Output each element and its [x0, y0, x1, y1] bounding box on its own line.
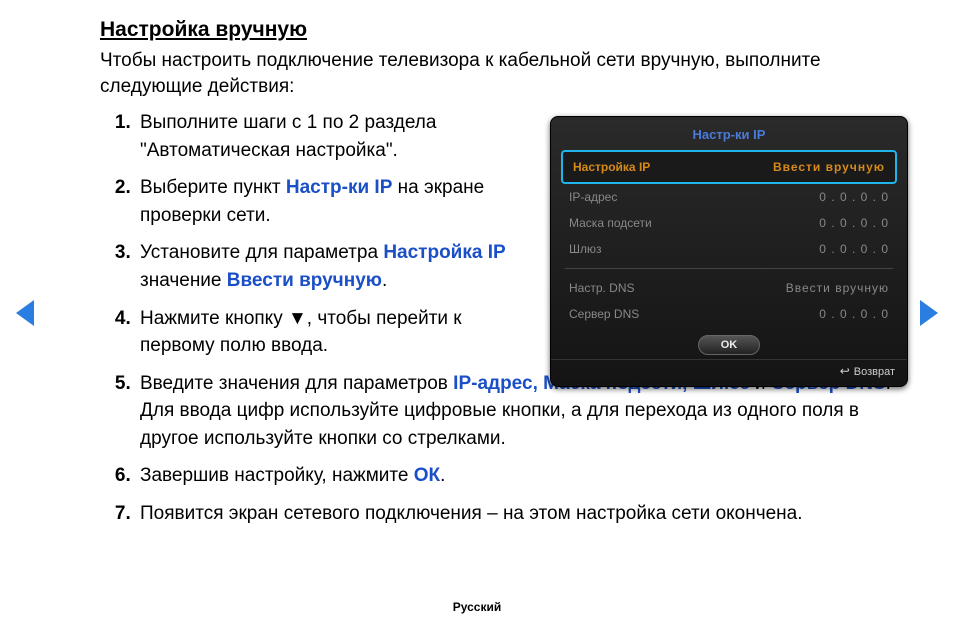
step-6-hl-b: ОК [414, 465, 440, 486]
step-7-text: Появится экран сетевого подключения – на… [140, 503, 803, 524]
dialog-row-dns-server[interactable]: Сервер DNS 0 . 0 . 0 . 0 [551, 301, 907, 327]
dialog-row-ip-label: IP-адрес [569, 190, 617, 204]
dialog-ok-row: OK [551, 335, 907, 355]
dialog-row-ip[interactable]: IP-адрес 0 . 0 . 0 . 0 [551, 184, 907, 210]
step-7: Появится экран сетевого подключения – на… [136, 500, 914, 528]
step-2-text-a: Выберите пункт [140, 177, 286, 198]
dialog-row-dns-server-value: 0 . 0 . 0 . 0 [819, 307, 889, 321]
dialog-row-ip-value: 0 . 0 . 0 . 0 [819, 190, 889, 204]
dialog-row-dns-server-label: Сервер DNS [569, 307, 639, 321]
dialog-row-mask[interactable]: Маска подсети 0 . 0 . 0 . 0 [551, 210, 907, 236]
dialog-footer: ↩ Возврат [551, 359, 907, 380]
dialog-row-ip-setup[interactable]: Настройка IP Ввести вручную [561, 150, 897, 184]
step-3-hl-d: Ввести вручную [227, 270, 382, 291]
ok-button[interactable]: OK [698, 335, 761, 355]
dialog-row-mask-value: 0 . 0 . 0 . 0 [819, 216, 889, 230]
dialog-row-dns-setup[interactable]: Настр. DNS Ввести вручную [551, 275, 907, 301]
return-icon: ↩ [840, 364, 850, 378]
dialog-row-dns-setup-label: Настр. DNS [569, 281, 635, 295]
page-title: Настройка вручную [100, 18, 914, 42]
step-3-hl-b: Настройка IP [383, 242, 505, 263]
dialog-row-ip-setup-label: Настройка IP [573, 160, 650, 174]
page-intro: Чтобы настроить подключение телевизора к… [100, 48, 914, 99]
footer-language: Русский [0, 600, 954, 614]
step-6-text-a: Завершив настройку, нажмите [140, 465, 414, 486]
dialog-row-mask-label: Маска подсети [569, 216, 652, 230]
step-6-text-c: . [440, 465, 445, 486]
dialog-row-ip-setup-value: Ввести вручную [773, 160, 885, 174]
step-3-text-a: Установите для параметра [140, 242, 383, 263]
step-4-text: Нажмите кнопку ▼, чтобы перейти к первом… [140, 308, 462, 357]
ip-settings-dialog: Настр-ки IP Настройка IP Ввести вручную … [550, 116, 908, 387]
dialog-row-gateway-label: Шлюз [569, 242, 602, 256]
step-5-text-a: Введите значения для параметров [140, 373, 453, 394]
dialog-row-dns-setup-value: Ввести вручную [786, 281, 889, 295]
dialog-row-gateway-value: 0 . 0 . 0 . 0 [819, 242, 889, 256]
dialog-divider [565, 268, 893, 269]
dialog-title: Настр-ки IP [551, 127, 907, 150]
steps-list-bottom: Введите значения для параметров IP-адрес… [100, 370, 914, 528]
dialog-row-gateway[interactable]: Шлюз 0 . 0 . 0 . 0 [551, 236, 907, 262]
step-3-text-c: значение [140, 270, 227, 291]
step-2-hl: Настр-ки IP [286, 177, 393, 198]
step-3-text-e: . [382, 270, 387, 291]
step-6: Завершив настройку, нажмите ОК. [136, 462, 914, 490]
step-1-text: Выполните шаги с 1 по 2 раздела "Автомат… [140, 112, 436, 161]
return-label[interactable]: Возврат [854, 366, 895, 378]
